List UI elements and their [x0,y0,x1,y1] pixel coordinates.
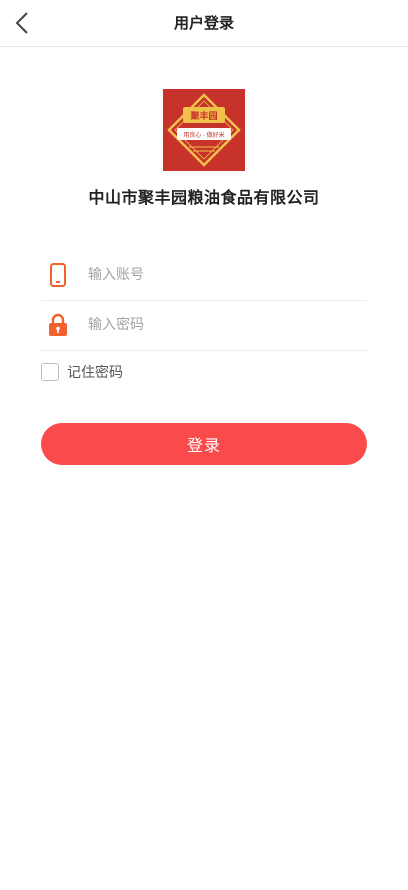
account-input[interactable] [88,260,348,290]
password-field [41,300,367,351]
top-nav-bar: 用户登录 [0,0,408,47]
remember-password-label: 记住密码 [67,365,123,381]
logo-text: 聚丰园 [189,110,217,121]
account-field [41,250,367,301]
login-button[interactable]: 登录 [41,423,367,465]
lock-icon [49,313,67,336]
remember-password-toggle[interactable]: 记住密码 [41,360,123,384]
phone-icon [50,263,66,287]
logo-slogan: 用良心 · 做好米 [183,131,224,139]
company-logo: 聚丰园 用良心 · 做好米 [163,89,245,171]
logo-graphic: 聚丰园 用良心 · 做好米 [163,89,245,171]
company-name: 中山市聚丰园粮油食品有限公司 [88,188,320,207]
password-input[interactable] [88,310,348,340]
remember-password-checkbox[interactable] [41,363,59,381]
page-title: 用户登录 [173,14,234,32]
